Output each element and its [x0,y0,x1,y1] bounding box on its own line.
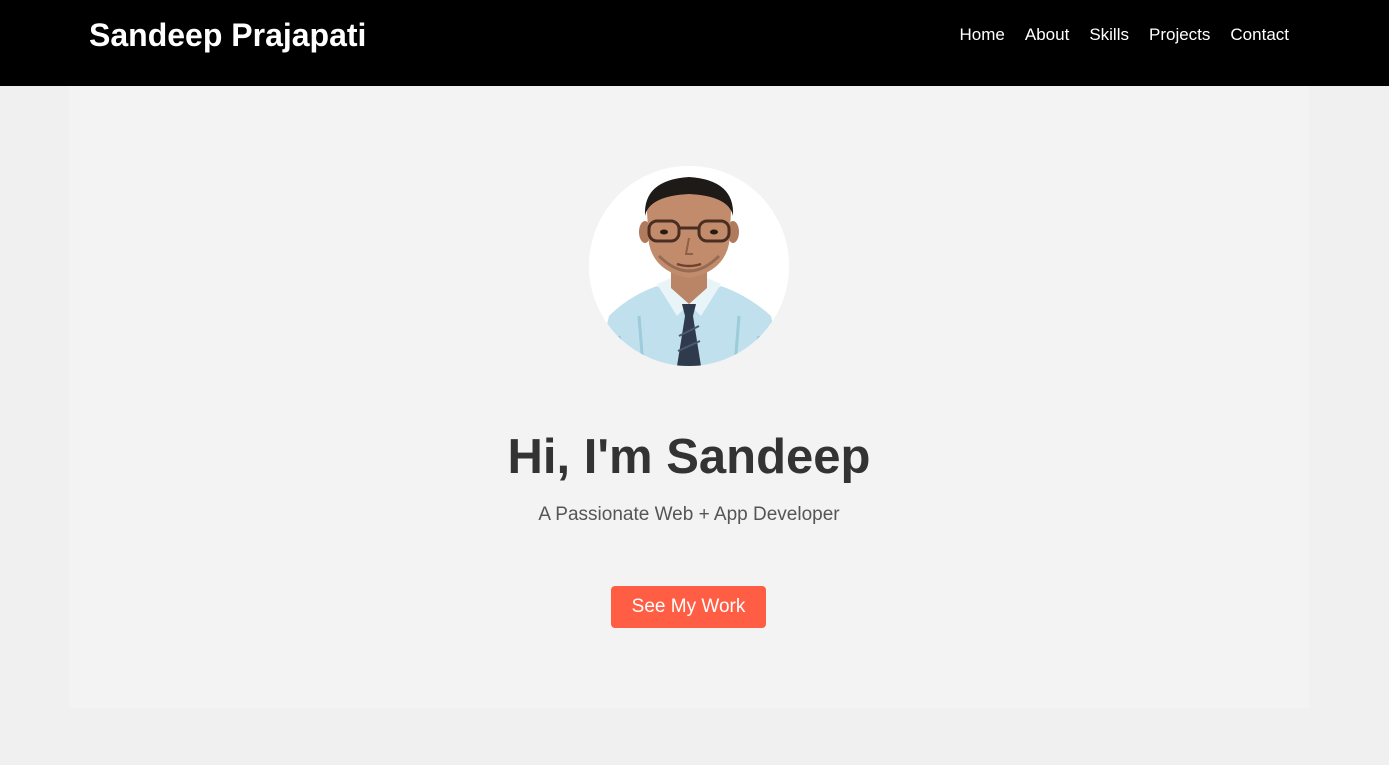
profile-photo [589,166,789,366]
hero-title: Hi, I'm Sandeep [507,430,871,484]
nav-link-about[interactable]: About [1025,24,1069,46]
see-my-work-button[interactable]: See My Work [611,586,766,628]
hero-subtitle: A Passionate Web + App Developer [538,504,840,525]
nav-link-home[interactable]: Home [960,24,1005,46]
profile-avatar [589,166,789,366]
nav-link-projects[interactable]: Projects [1149,24,1210,46]
nav-link-skills[interactable]: Skills [1089,24,1129,46]
hero-section: Hi, I'm Sandeep A Passionate Web + App D… [69,86,1309,708]
brand-logo[interactable]: Sandeep Prajapati [89,15,366,55]
nav-link-contact[interactable]: Contact [1230,24,1289,46]
navbar: Sandeep Prajapati Home About Skills Proj… [0,0,1389,86]
nav-links: Home About Skills Projects Contact [960,24,1289,46]
